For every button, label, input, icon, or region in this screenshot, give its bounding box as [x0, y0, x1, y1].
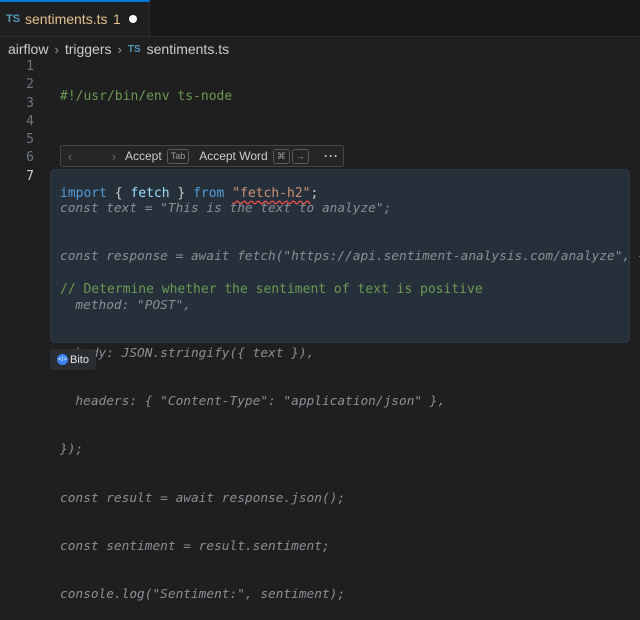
typescript-file-icon: TS	[6, 13, 21, 25]
chevron-right-icon[interactable]: ›	[105, 149, 123, 164]
suggestion-line: const result = await response.json();	[60, 490, 346, 506]
breadcrumb-item-triggers[interactable]: triggers	[65, 41, 112, 57]
suggestion-line: const text = "This is the text to analyz…	[60, 201, 392, 216]
bito-button[interactable]: </> Bito	[50, 349, 96, 370]
suggestion-line: });	[60, 442, 84, 458]
more-options-button[interactable]: ···	[324, 149, 339, 163]
tab-filename: sentiments.ts	[25, 11, 108, 27]
tab-sentiments-ts[interactable]: TS sentiments.ts 1	[0, 0, 150, 36]
suggestion-line: headers: { "Content-Type": "application/…	[60, 394, 446, 410]
tab-key-hint: Tab	[166, 148, 190, 164]
chevron-right-icon: ›	[54, 41, 59, 57]
bito-label: Bito	[70, 353, 89, 366]
arrow-right-key-hint: →	[291, 148, 309, 164]
suggestion-line: body: JSON.stringify({ text }),	[60, 345, 315, 361]
bito-logo-icon: </>	[57, 354, 68, 365]
line-number: 1	[26, 59, 34, 74]
suggestion-line: const response = await fetch("https://ap…	[60, 249, 640, 265]
line-number: 5	[26, 132, 34, 148]
cmd-key-hint: ⌘	[272, 148, 290, 164]
unsaved-dot-icon[interactable]	[129, 15, 137, 23]
suggestion-line: const sentiment = result.sentiment;	[60, 539, 330, 555]
typescript-file-icon: TS	[127, 43, 141, 55]
suggestion-line: method: "POST",	[60, 297, 191, 313]
inline-suggestion-toolbar: ‹ › Accept Tab Accept Word ⌘ → ···	[60, 145, 344, 167]
line-number-active: 7	[26, 168, 34, 184]
breadcrumb-item-file[interactable]: sentiments.ts	[147, 41, 229, 57]
line-number: 4	[26, 113, 34, 129]
code-line-1: #!/usr/bin/env ts-node	[60, 89, 233, 104]
tab-problem-count: 1	[113, 11, 121, 27]
breadcrumb-item-airflow[interactable]: airflow	[8, 41, 48, 57]
accept-button[interactable]: Accept	[125, 149, 162, 163]
editor-tab-bar: TS sentiments.ts 1	[0, 0, 640, 37]
breadcrumb: airflow › triggers › TS sentiments.ts	[8, 40, 229, 58]
line-number: 3	[26, 95, 34, 111]
line-number-gutter: 1 2 3 4 5 6 7	[0, 58, 42, 186]
suggestion-line: console.log("Sentiment:", sentiment);	[60, 587, 346, 603]
line-number: 6	[26, 150, 34, 166]
chevron-left-icon[interactable]: ‹	[61, 149, 79, 164]
accept-word-button[interactable]: Accept Word	[199, 149, 267, 163]
inline-suggestion-ghost-text: const text = "This is the text to analyz…	[60, 170, 640, 620]
chevron-right-icon: ›	[117, 41, 122, 57]
line-number: 2	[26, 77, 34, 93]
